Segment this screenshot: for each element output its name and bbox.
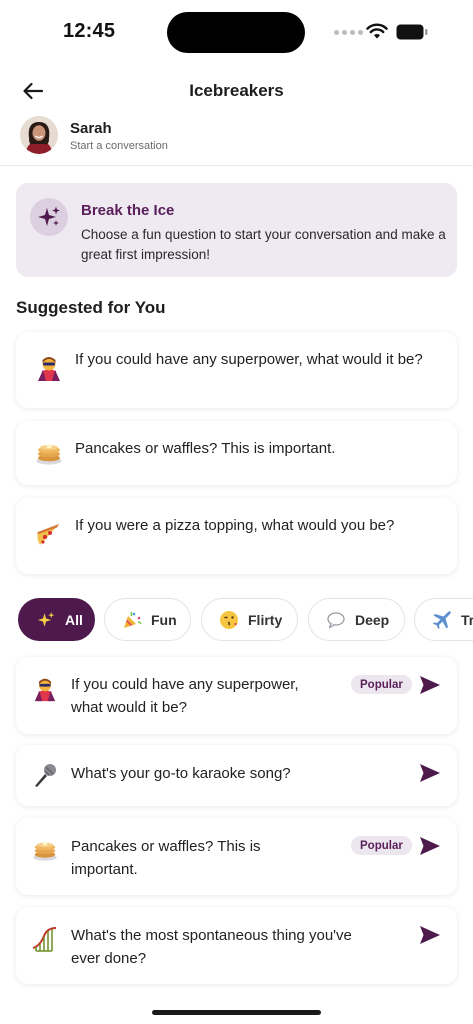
contact-name: Sarah: [70, 120, 112, 137]
suggested-question: Pancakes or waffles? This is important.: [75, 440, 336, 457]
popular-badge: Popular: [351, 836, 412, 855]
question-text-line2: important.: [71, 861, 138, 878]
question-card[interactable]: What's your go-to karaoke song?: [16, 745, 457, 806]
question-card[interactable]: What's the most spontaneous thing you've…: [16, 907, 457, 984]
superhero-icon: [34, 353, 64, 383]
home-indicator[interactable]: [152, 1010, 321, 1015]
category-chips: All Fun Flirty Deep Tr: [0, 598, 473, 642]
question-card[interactable]: If you could have any superpower, what w…: [16, 657, 457, 734]
chip-fun[interactable]: Fun: [104, 598, 191, 641]
dynamic-island: [167, 12, 305, 53]
chip-label: Deep: [355, 611, 390, 628]
send-icon[interactable]: [418, 761, 442, 785]
question-text-line2: what would it be?: [71, 699, 187, 716]
wifi-icon: [366, 23, 388, 39]
contact-header: Sarah Start a conversation: [0, 112, 473, 166]
superhero-icon: [30, 674, 60, 704]
microphone-icon: [30, 760, 60, 790]
party-popper-icon: [121, 609, 143, 631]
send-icon[interactable]: [418, 834, 442, 858]
send-icon[interactable]: [418, 673, 442, 697]
chip-all[interactable]: All: [18, 598, 95, 641]
pizza-icon: [34, 519, 64, 549]
status-bar: 12:45: [0, 0, 473, 62]
chip-deep[interactable]: Deep: [308, 598, 405, 641]
suggested-question: If you were a pizza topping, what would …: [75, 517, 395, 534]
avatar-image: [20, 116, 58, 154]
speech-bubble-icon: [325, 609, 347, 631]
send-icon[interactable]: [418, 923, 442, 947]
question-text-line1: What's the most spontaneous thing you've: [71, 927, 352, 944]
section-title: Suggested for You: [16, 298, 166, 317]
cellular-signal-icon: [334, 30, 363, 35]
roller-coaster-icon: [30, 924, 60, 954]
break-the-ice-banner: Break the Ice Choose a fun question to s…: [16, 183, 457, 277]
status-time: 12:45: [63, 20, 116, 42]
chip-travel[interactable]: Tr: [414, 598, 473, 641]
sparkles-icon: [35, 609, 57, 631]
chip-label: All: [65, 611, 83, 628]
page-title: Icebreakers: [189, 81, 284, 100]
suggested-card[interactable]: If you were a pizza topping, what would …: [16, 498, 457, 574]
suggested-card[interactable]: If you could have any superpower, what w…: [16, 332, 457, 408]
battery-icon: [396, 24, 428, 40]
header: Icebreakers: [0, 70, 473, 112]
question-text-line1: What's your go-to karaoke song?: [71, 765, 291, 782]
suggested-question: If you could have any superpower, what w…: [75, 351, 423, 368]
question-text-line2: ever done?: [71, 950, 147, 967]
banner-description: Choose a fun question to start your conv…: [81, 227, 446, 262]
question-card[interactable]: Pancakes or waffles? This is important. …: [16, 818, 457, 895]
chip-label: Flirty: [248, 611, 283, 628]
chip-label: Tr: [461, 611, 473, 628]
chip-label: Fun: [151, 611, 177, 628]
avatar[interactable]: [20, 116, 58, 154]
pancakes-icon: [30, 835, 60, 865]
airplane-icon: [431, 609, 453, 631]
banner-title: Break the Ice: [81, 202, 175, 219]
suggested-card[interactable]: Pancakes or waffles? This is important.: [16, 421, 457, 485]
kiss-face-icon: [218, 609, 240, 631]
pancakes-icon: [34, 438, 64, 468]
contact-subtitle: Start a conversation: [70, 140, 168, 152]
question-text-line1: If you could have any superpower,: [71, 676, 299, 693]
popular-badge: Popular: [351, 675, 412, 694]
chip-flirty[interactable]: Flirty: [201, 598, 298, 641]
question-text-line1: Pancakes or waffles? This is: [71, 838, 261, 855]
sparkles-icon: [30, 198, 68, 236]
